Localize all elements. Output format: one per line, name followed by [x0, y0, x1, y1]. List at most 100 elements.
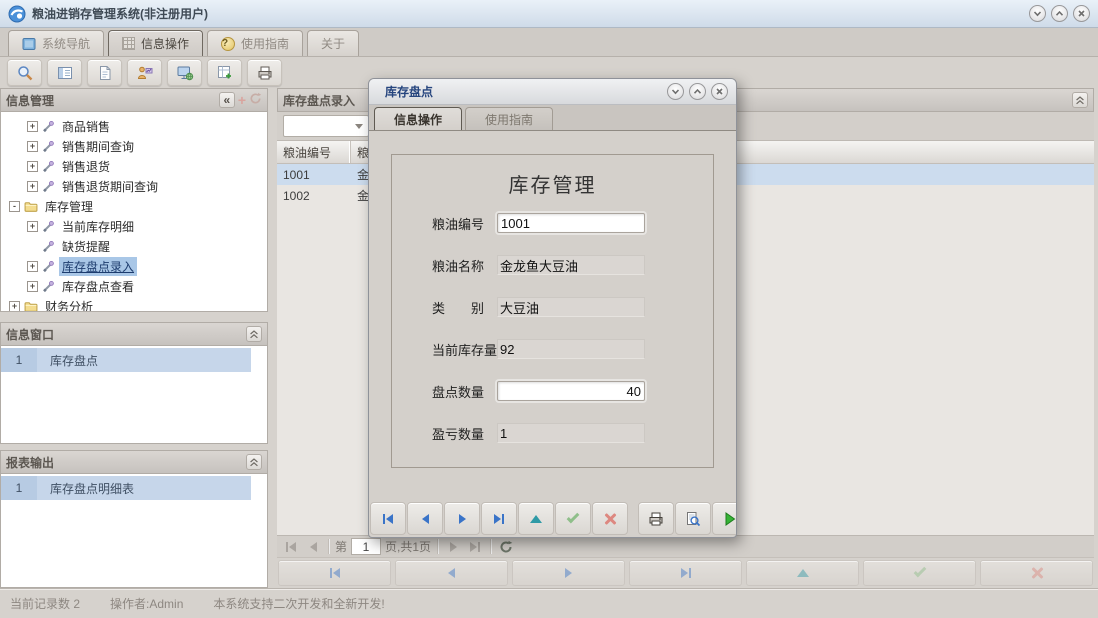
nav-tree: + 商品销售 + 销售期间查询 + 销售退货 + 销售退货期间查	[0, 112, 268, 312]
page-prev-button[interactable]	[304, 538, 322, 556]
folder-icon	[24, 300, 38, 313]
paging-toolbar: 第 页,共1页	[277, 535, 1094, 558]
tool-icon	[42, 280, 55, 293]
execute-button[interactable]	[712, 502, 737, 535]
list-item[interactable]: 1 库存盘点明细表	[1, 476, 251, 500]
tree-item-stocktake-entry[interactable]: + 库存盘点录入	[1, 256, 267, 276]
dialog-minimize-button[interactable]	[667, 83, 684, 100]
dialog-tab-info-operation[interactable]: 信息操作	[374, 107, 462, 130]
page-prefix-label: 第	[335, 538, 347, 555]
tree-expander[interactable]: +	[27, 161, 38, 172]
edit-record-button[interactable]	[518, 502, 554, 535]
export-button[interactable]	[207, 59, 242, 86]
page-next-button[interactable]	[444, 538, 462, 556]
last-record-button[interactable]	[481, 502, 517, 535]
stocktake-dialog: 库存盘点 信息操作 使用指南 库存管理 粮油编号	[368, 78, 737, 538]
add-icon: +	[238, 92, 246, 108]
tree-item-current-stock-detail[interactable]: + 当前库存明细	[1, 216, 267, 236]
tree-expander[interactable]: +	[27, 221, 38, 232]
nav-square-icon	[22, 37, 36, 51]
edit-record-button[interactable]	[746, 560, 859, 586]
prev-record-button[interactable]	[407, 502, 443, 535]
collapse-panel-button[interactable]	[246, 454, 262, 470]
cancel-record-button[interactable]	[980, 560, 1093, 586]
page-first-button[interactable]	[282, 538, 300, 556]
tree-item-finance-analysis[interactable]: + 财务分析	[1, 296, 267, 312]
dialog-tabstrip: 信息操作 使用指南	[369, 105, 736, 131]
tree-item-stockout-alert[interactable]: 缺货提醒	[1, 236, 267, 256]
dialog-maximize-button[interactable]	[689, 83, 706, 100]
dialog-close-button[interactable]	[711, 83, 728, 100]
tree-item-sale-return[interactable]: + 销售退货	[1, 156, 267, 176]
page-number-input[interactable]	[351, 538, 381, 555]
tab-user-guide[interactable]: 使用指南	[207, 30, 303, 56]
last-record-button[interactable]	[629, 560, 742, 586]
grid-icon	[122, 37, 135, 50]
first-record-button[interactable]	[278, 560, 391, 586]
post-record-button[interactable]	[555, 502, 591, 535]
tree-expander[interactable]: +	[27, 261, 38, 272]
dialog-tab-user-guide[interactable]: 使用指南	[465, 107, 553, 130]
user-report-button[interactable]	[127, 59, 162, 86]
close-icon	[714, 86, 725, 97]
tree-item-stocktake-view[interactable]: + 库存盘点查看	[1, 276, 267, 296]
prev-record-button[interactable]	[395, 560, 508, 586]
tree-expander[interactable]: +	[27, 121, 38, 132]
print-button[interactable]	[247, 59, 282, 86]
list-item[interactable]: 1 库存盘点	[1, 348, 251, 372]
grain-code-input[interactable]	[497, 213, 645, 233]
tree-expander[interactable]: +	[27, 281, 38, 292]
filter-combo-input[interactable]	[284, 116, 350, 136]
column-header-code[interactable]: 粮油编号	[277, 141, 351, 163]
info-management-header: 信息管理 « +	[0, 88, 268, 112]
close-button[interactable]	[1073, 5, 1090, 22]
collapse-panel-button[interactable]	[1072, 92, 1088, 108]
filter-combobox[interactable]	[283, 115, 369, 137]
print-button[interactable]	[638, 502, 674, 535]
minimize-button[interactable]	[1029, 5, 1046, 22]
tree-expander[interactable]: -	[9, 201, 20, 212]
app-logo-icon	[8, 5, 26, 23]
tab-about[interactable]: 关于	[307, 30, 359, 56]
post-record-button[interactable]	[863, 560, 976, 586]
tab-system-nav[interactable]: 系统导航	[8, 30, 104, 56]
next-record-button[interactable]	[444, 502, 480, 535]
search-button[interactable]	[7, 59, 42, 86]
tree-item-label: 商品销售	[59, 117, 113, 136]
collapse-panel-button[interactable]	[246, 326, 262, 342]
tree-item-sale-return-period-query[interactable]: + 销售退货期间查询	[1, 176, 267, 196]
list-view-button[interactable]	[47, 59, 82, 86]
tree-expander[interactable]: +	[27, 181, 38, 192]
tree-item-inventory-management[interactable]: - 库存管理	[1, 196, 267, 216]
tab-label: 信息操作	[394, 111, 442, 128]
cancel-record-button[interactable]	[592, 502, 628, 535]
form-row-grain-name: 粮油名称 金龙鱼大豆油	[432, 254, 685, 276]
report-output-header: 报表输出	[0, 450, 268, 474]
collapse-left-button[interactable]: «	[219, 92, 235, 108]
page-last-button[interactable]	[466, 538, 484, 556]
maximize-button[interactable]	[1051, 5, 1068, 22]
folder-icon	[24, 200, 38, 213]
monitor-button[interactable]	[167, 59, 202, 86]
tree-expander[interactable]: +	[27, 141, 38, 152]
chevron-down-icon	[670, 86, 681, 97]
tree-expander[interactable]: +	[9, 301, 20, 312]
dialog-navigator-bar	[369, 501, 736, 537]
chevron-up-icon	[1054, 8, 1065, 19]
counted-qty-input[interactable]	[497, 381, 645, 401]
tab-info-operation[interactable]: 信息操作	[108, 30, 203, 56]
separator	[490, 539, 491, 554]
row-label: 库存盘点明细表	[37, 476, 251, 500]
print-preview-button[interactable]	[675, 502, 711, 535]
tree-item-label: 库存盘点查看	[59, 277, 137, 296]
tree-item-goods-sale[interactable]: + 商品销售	[1, 116, 267, 136]
document-button[interactable]	[87, 59, 122, 86]
first-record-button[interactable]	[370, 502, 406, 535]
combo-dropdown-button[interactable]	[350, 116, 368, 136]
panel-title: 报表输出	[6, 454, 246, 471]
tree-item-sale-period-query[interactable]: + 销售期间查询	[1, 136, 267, 156]
page-refresh-button[interactable]	[497, 538, 515, 556]
next-record-button[interactable]	[512, 560, 625, 586]
field-label: 盈亏数量	[432, 424, 497, 443]
cancel-icon	[604, 512, 616, 525]
